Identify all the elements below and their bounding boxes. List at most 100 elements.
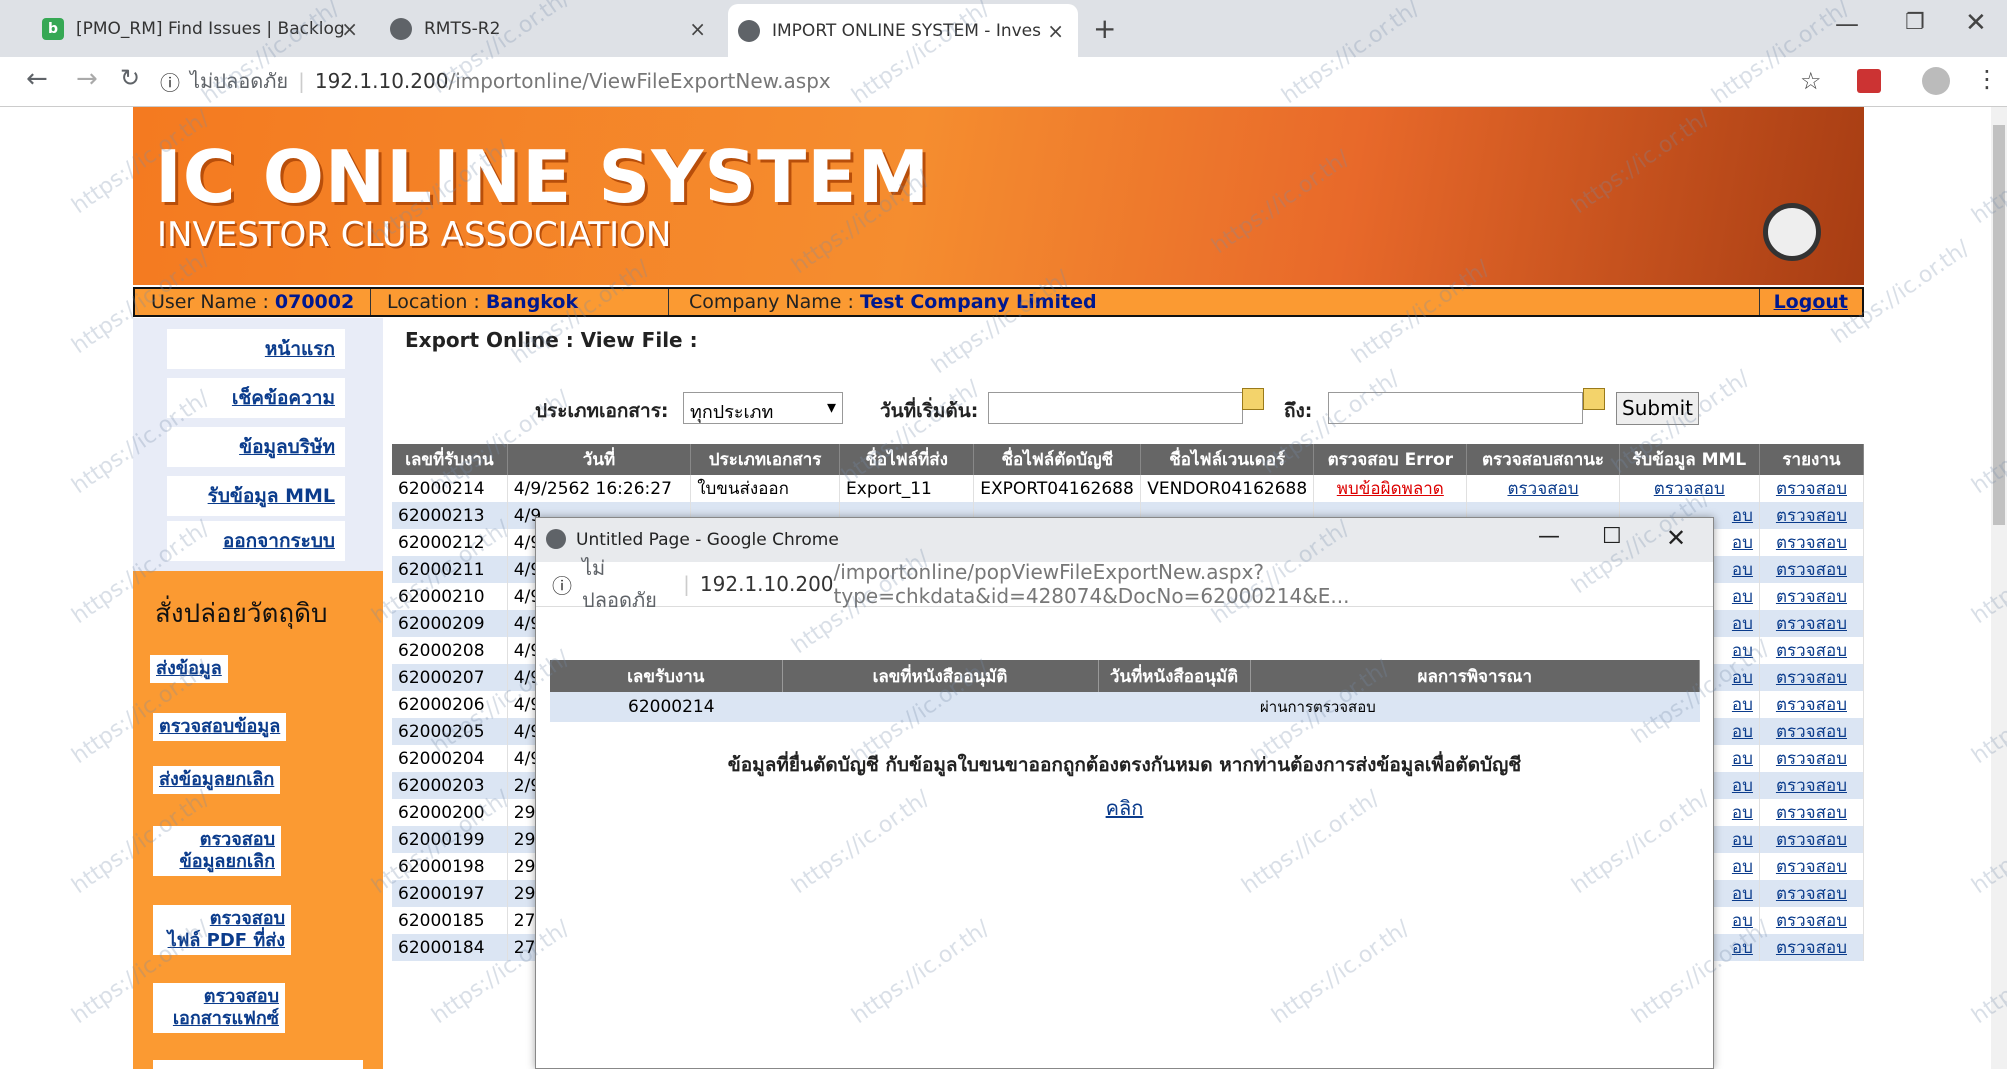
check-link[interactable]: อบ (1732, 614, 1753, 634)
check-link[interactable]: ตรวจสอบ (1776, 776, 1847, 796)
click-link[interactable]: คลิก (1106, 796, 1144, 820)
report-cell: ตรวจสอบ (1759, 529, 1865, 556)
company-value: Test Company Limited (859, 291, 1097, 313)
address-bar[interactable]: ⓘ ไม่ปลอดภัย | 192.1.10.200/importonline… (160, 63, 1850, 99)
check-link[interactable]: อบ (1732, 803, 1753, 823)
sidebar-item-check-message[interactable]: เช็คข้อความ (167, 378, 345, 418)
popup-close-icon[interactable]: ✕ (1666, 524, 1686, 552)
close-icon[interactable]: × (1047, 19, 1064, 43)
check-link[interactable]: ตรวจสอบ (1776, 560, 1847, 580)
doc-type-select[interactable]: ทุกประเภท ▾ (683, 392, 843, 424)
check-link[interactable]: ตรวจสอบ (1776, 884, 1847, 904)
start-date-label: วันที่เริ่มต้น: (880, 400, 979, 422)
job-no-cell: 62000213 (392, 502, 508, 529)
calendar-icon[interactable] (1583, 388, 1605, 410)
window-close-icon[interactable]: ✕ (1965, 8, 1987, 38)
check-link[interactable]: อบ (1732, 560, 1753, 580)
check-link[interactable]: ตรวจสอบ (1776, 749, 1847, 769)
sidebar-next-button[interactable] (153, 1060, 363, 1069)
start-date-input[interactable] (988, 392, 1243, 424)
location-value: Bangkok (485, 291, 579, 313)
scrollbar-thumb[interactable] (1993, 125, 2005, 525)
check-link[interactable]: อบ (1732, 533, 1753, 553)
job-no-cell: 62000209 (392, 610, 508, 637)
check-link[interactable]: อบ (1732, 668, 1753, 688)
popup-address-bar[interactable]: ⓘ ไม่ปลอดภัย | 192.1.10.200/importonline… (536, 556, 1713, 612)
check-link[interactable]: อบ (1732, 695, 1753, 715)
check-link[interactable]: อบ (1732, 830, 1753, 850)
check-link[interactable]: ตรวจสอบ (1776, 506, 1847, 526)
check-link[interactable]: ตรวจสอบ (1776, 668, 1847, 688)
check-cancel-data-button[interactable]: ตรวจสอบ ข้อมูลยกเลิก (153, 826, 281, 876)
page-title: Export Online : View File : (405, 328, 698, 352)
new-tab-icon[interactable]: + (1093, 12, 1116, 45)
submit-button[interactable]: Submit (1616, 392, 1699, 425)
browser-tab-rmts[interactable]: RMTS-R2 × (380, 0, 720, 57)
association-seal-logo (1763, 203, 1821, 261)
sidebar-item-company-info[interactable]: ข้อมูลบริษัท (167, 427, 345, 467)
restore-icon[interactable]: ❐ (1905, 10, 1925, 35)
check-link[interactable]: ตรวจสอบ (1776, 911, 1847, 931)
bookmark-star-icon[interactable]: ☆ (1800, 67, 1822, 95)
check-link[interactable]: อบ (1732, 506, 1753, 526)
close-icon[interactable]: × (689, 17, 706, 41)
check-data-button[interactable]: ตรวจสอบข้อมูล (153, 713, 287, 741)
check-link[interactable]: ตรวจสอบ (1654, 479, 1725, 499)
job-no-cell: 62000212 (392, 529, 508, 556)
globe-icon (738, 19, 760, 42)
profile-avatar[interactable] (1922, 67, 1950, 95)
check-link[interactable]: อบ (1732, 587, 1753, 607)
check-link[interactable]: อบ (1732, 911, 1753, 931)
check-link[interactable]: อบ (1732, 641, 1753, 661)
check-link[interactable]: อบ (1732, 722, 1753, 742)
check-link[interactable]: ตรวจสอบ (1507, 479, 1578, 499)
sidebar-item-logout[interactable]: ออกจากระบบ (167, 521, 345, 561)
check-link[interactable]: อบ (1732, 776, 1753, 796)
check-link[interactable]: อบ (1732, 884, 1753, 904)
check-link[interactable]: ตรวจสอบ (1776, 857, 1847, 877)
check-fax-button[interactable]: ตรวจสอบ เอกสารแฟกซ์ (153, 983, 285, 1033)
col-receive-mml: รับข้อมูล MML (1619, 444, 1760, 475)
check-link[interactable]: อบ (1732, 938, 1753, 958)
check-pdf-button[interactable]: ตรวจสอบ ไฟล์ PDF ที่ส่ง (153, 905, 291, 955)
check-link[interactable]: ตรวจสอบ (1776, 830, 1847, 850)
minimize-icon[interactable]: — (1835, 10, 1859, 38)
sidebar-item-home[interactable]: หน้าแรก (167, 329, 345, 369)
browser-tab-backlog[interactable]: b [PMO_RM] Find Issues | Backlog × (32, 0, 372, 57)
check-link[interactable]: ตรวจสอบ (1776, 641, 1847, 661)
globe-icon (390, 17, 412, 40)
date-cell: 4/9/2562 16:26:27 (507, 475, 692, 502)
back-icon[interactable]: ← (26, 64, 48, 94)
send-data-button[interactable]: ส่งข้อมูล (150, 655, 228, 683)
check-link[interactable]: ตรวจสอบ (1776, 587, 1847, 607)
send-cancel-data-button[interactable]: ส่งข้อมูลยกเลิก (153, 766, 281, 794)
check-link[interactable]: ตรวจสอบ (1776, 803, 1847, 823)
check-link[interactable]: ตรวจสอบ (1776, 938, 1847, 958)
dropdown-arrow-icon: ▾ (826, 397, 836, 418)
calendar-icon[interactable] (1242, 388, 1264, 410)
logout-link[interactable]: Logout (1774, 291, 1848, 313)
forward-icon[interactable]: → (76, 64, 98, 94)
check-link[interactable]: ตรวจสอบ (1776, 479, 1847, 499)
col-sent-file: ชื่อไฟล์ที่ส่ง (839, 444, 975, 475)
report-cell: ตรวจสอบ (1759, 745, 1865, 772)
check-link[interactable]: พบข้อผิดพลาด (1337, 479, 1444, 499)
banner-subtitle: INVESTOR CLUB ASSOCIATION (157, 215, 672, 255)
check-link[interactable]: อบ (1732, 857, 1753, 877)
pdf-extension-icon[interactable] (1857, 69, 1881, 93)
minimize-icon[interactable]: — (1538, 524, 1560, 549)
reload-icon[interactable]: ↻ (120, 64, 140, 92)
check-link[interactable]: ตรวจสอบ (1776, 695, 1847, 715)
job-no-cell: 62000208 (392, 637, 508, 664)
check-link[interactable]: ตรวจสอบ (1776, 722, 1847, 742)
check-link[interactable]: ตรวจสอบ (1776, 533, 1847, 553)
job-no-cell: 62000205 (392, 718, 508, 745)
maximize-icon[interactable]: ☐ (1602, 524, 1622, 549)
end-date-input[interactable] (1328, 392, 1583, 424)
browser-tab-import[interactable]: IMPORT ONLINE SYSTEM - Inves × (728, 4, 1078, 57)
close-icon[interactable]: × (341, 17, 358, 41)
check-link[interactable]: อบ (1732, 749, 1753, 769)
menu-dots-icon[interactable]: ⋮ (1975, 65, 1999, 93)
check-link[interactable]: ตรวจสอบ (1776, 614, 1847, 634)
sidebar-item-receive-mml[interactable]: รับข้อมูล MML (167, 476, 345, 516)
